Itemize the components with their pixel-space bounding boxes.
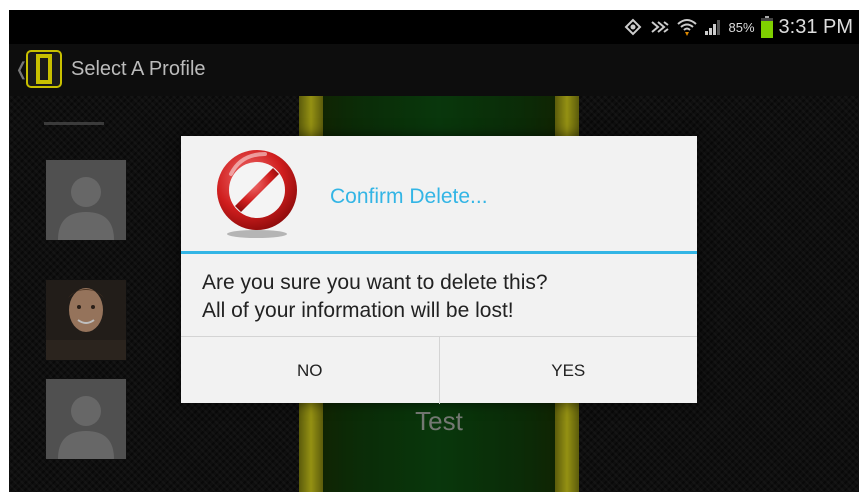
message-line-1: Are you sure you want to delete this? (202, 271, 548, 294)
no-entry-icon (211, 146, 303, 238)
dialog-buttons: NO YES (181, 336, 697, 404)
title-divider (181, 251, 697, 254)
status-bar: 85% 3:31 PM (9, 10, 859, 44)
confirm-delete-dialog: Confirm Delete... Are you sure you want … (181, 136, 697, 404)
action-bar: ❬ Select A Profile (9, 44, 859, 96)
app-screen: 85% 3:31 PM ❬ Select A Profile Test Conf… (9, 10, 859, 492)
app-logo-icon[interactable] (26, 50, 62, 88)
clock: 3:31 PM (778, 15, 853, 38)
dialog-title: Confirm Delete... (330, 185, 488, 208)
dialog-message: Are you sure you want to delete this? Al… (202, 269, 682, 325)
dialog-header: Confirm Delete... (181, 136, 697, 251)
nfc-icon (650, 19, 670, 35)
battery-icon (760, 16, 773, 38)
no-button[interactable]: NO (181, 337, 439, 404)
status-icons: 85% 3:31 PM (622, 10, 859, 44)
page-title: Select A Profile (71, 58, 206, 80)
wifi-icon (676, 17, 698, 37)
message-line-2: All of your information will be lost! (202, 299, 514, 322)
battery-percent: 85% (728, 19, 755, 35)
yes-button[interactable]: YES (438, 337, 698, 404)
ringer-icon (622, 18, 644, 36)
signal-icon (704, 18, 722, 36)
